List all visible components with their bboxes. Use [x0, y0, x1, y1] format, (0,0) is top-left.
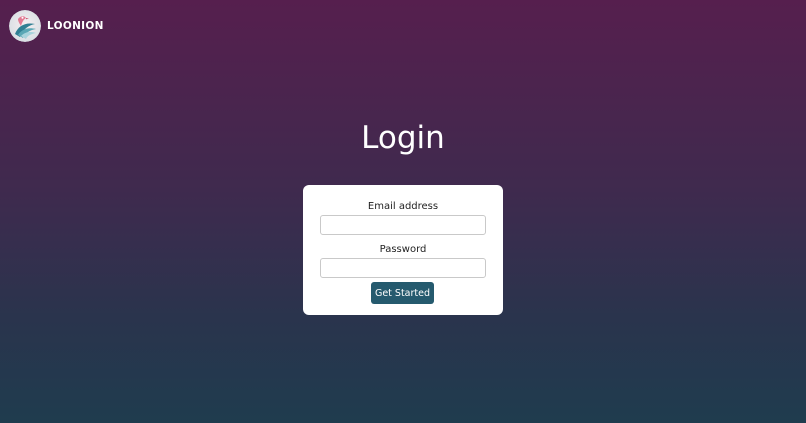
- email-field[interactable]: [320, 215, 486, 235]
- brand-name: LOONION: [47, 20, 104, 32]
- password-label: Password: [379, 244, 427, 255]
- login-form: Email address Password Get Started: [303, 185, 503, 315]
- get-started-button[interactable]: Get Started: [371, 282, 434, 304]
- loonion-bird-logo-icon[interactable]: [9, 10, 41, 42]
- page-title: Login: [361, 120, 445, 156]
- password-field[interactable]: [320, 258, 486, 278]
- brand[interactable]: LOONION: [9, 10, 104, 42]
- email-label: Email address: [367, 201, 439, 212]
